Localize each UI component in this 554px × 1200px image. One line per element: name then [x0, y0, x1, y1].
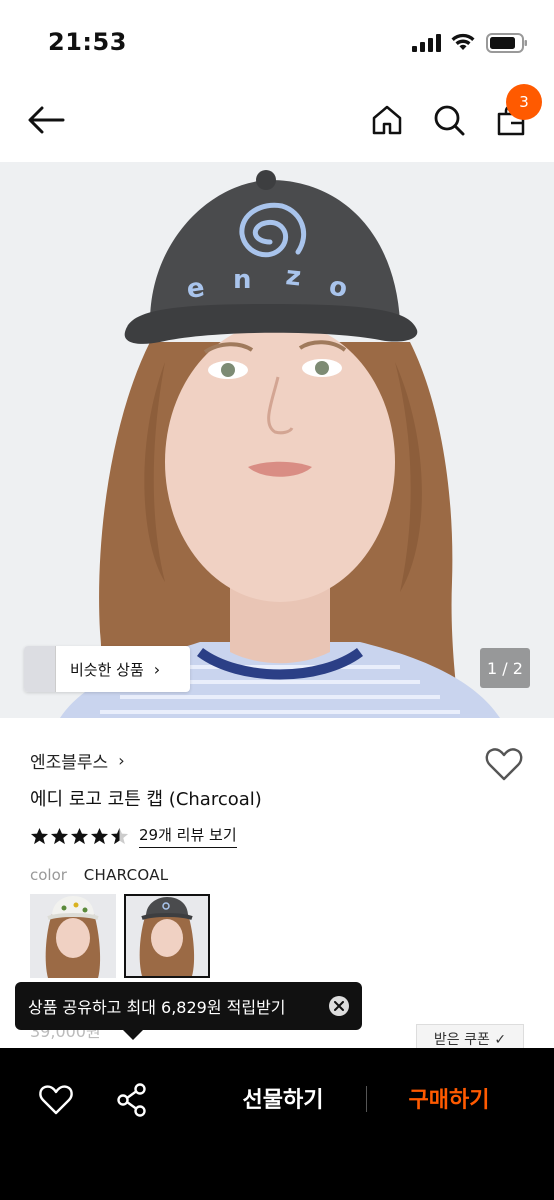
divider [366, 1086, 367, 1112]
star-full-icon [50, 827, 69, 844]
home-icon[interactable] [365, 98, 409, 142]
brand-link[interactable]: 엔조블루스 › [30, 748, 125, 773]
selected-color-value: CHARCOAL [83, 866, 169, 884]
star-full-icon [30, 827, 49, 844]
status-bar: 21:53 [0, 0, 554, 80]
wishlist-heart-icon[interactable] [484, 744, 524, 784]
navigation-bar [0, 80, 554, 160]
product-title: 에디 로고 코튼 캡 (Charcoal) [30, 789, 262, 810]
status-time: 21:53 [48, 28, 127, 56]
star-half-icon [110, 827, 129, 844]
bottom-action-bar: 선물하기 구매하기 [0, 1048, 554, 1200]
share-icon[interactable] [114, 1082, 150, 1118]
star-full-icon [70, 827, 89, 844]
color-swatch-white[interactable] [30, 894, 116, 978]
rating-row: 29개 리뷰 보기 [30, 824, 237, 848]
search-icon[interactable] [427, 98, 471, 142]
star-rating [30, 827, 129, 846]
similar-product-thumbnail [24, 646, 56, 692]
similar-products-label: 비슷한 상품 [70, 660, 144, 679]
battery-icon [486, 33, 527, 53]
svg-text:z: z [284, 261, 302, 292]
tooltip-text: 상품 공유하고 최대 6,829원 적립받기 [28, 998, 286, 1017]
color-swatch-charcoal[interactable] [124, 894, 210, 978]
similar-products-button[interactable]: 비슷한 상품 › [24, 646, 190, 692]
wifi-icon [451, 33, 475, 50]
product-image[interactable]: e n z o [0, 162, 554, 718]
cart-count-badge: 3 [506, 84, 542, 120]
reviews-link[interactable]: 29개 리뷰 보기 [139, 824, 237, 848]
close-icon[interactable] [329, 996, 349, 1016]
share-reward-tooltip: 상품 공유하고 최대 6,829원 적립받기 [15, 982, 362, 1040]
star-full-icon [90, 827, 109, 844]
color-option-row: color CHARCOAL [30, 866, 168, 884]
buy-button[interactable]: 구매하기 [386, 1074, 512, 1122]
color-label: color [30, 866, 67, 884]
model-wearing-cap-illustration: e n z o [0, 162, 554, 718]
image-page-indicator: 1 / 2 [480, 648, 530, 688]
chevron-right-icon: › [153, 659, 161, 679]
svg-text:n: n [233, 265, 252, 295]
gift-button[interactable]: 선물하기 [220, 1074, 346, 1122]
back-arrow-icon[interactable] [24, 98, 68, 142]
chevron-right-icon: › [118, 751, 125, 770]
wishlist-heart-icon[interactable] [38, 1082, 74, 1118]
cellular-signal-icon [412, 34, 441, 52]
brand-name: 엔조블루스 [30, 753, 109, 773]
